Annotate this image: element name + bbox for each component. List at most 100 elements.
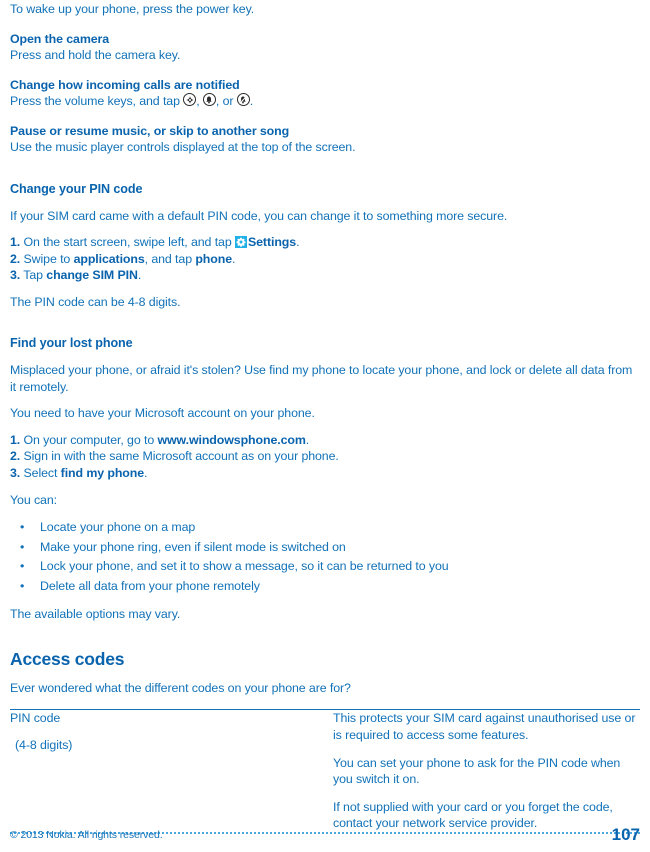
silent-bell-icon — [236, 93, 250, 106]
list-item: • Delete all data from your phone remotel… — [10, 577, 640, 597]
step-bold-find-my-phone: find my phone — [60, 465, 145, 480]
section-heading-find-lost-phone: Find your lost phone — [10, 336, 133, 351]
bullet-icon: • — [20, 559, 25, 574]
tip-heading-incoming-calls: Change how incoming calls are notified — [10, 77, 240, 92]
step-bold-settings: Settings — [247, 235, 297, 249]
table-cell-description: This protects your SIM card against unau… — [333, 710, 640, 832]
page-content: To wake up your phone, press the power k… — [10, 0, 640, 836]
step-text-post: . — [144, 465, 148, 480]
incoming-calls-sep-1: , — [196, 94, 203, 108]
bullet-icon: • — [20, 539, 25, 554]
step-bold-change-sim-pin: change SIM PIN — [46, 268, 138, 283]
list-item: 3. Tap change SIM PIN. — [10, 267, 640, 284]
step-text-pre: Select — [20, 465, 61, 480]
code-description-2: You can set your phone to ask for the PI… — [333, 755, 621, 787]
code-name: PIN code — [10, 711, 61, 726]
step-text-post: . — [296, 235, 300, 249]
incoming-calls-sep-2: , or — [215, 94, 237, 108]
incoming-calls-text-suffix: . — [249, 94, 254, 108]
change-pin-intro: If your SIM card came with a default PIN… — [10, 208, 508, 223]
step-text-post: . — [305, 432, 310, 447]
bullet-text: Delete all data from your phone remotely — [40, 578, 260, 593]
list-item: 2. Sign in with the same Microsoft accou… — [10, 448, 640, 465]
bullet-text: Make your phone ring, even if silent mod… — [40, 539, 346, 554]
step-text-post: . — [137, 268, 142, 283]
list-item: • Lock your phone, and set it to show a m… — [10, 557, 640, 577]
bullet-text: Locate your phone on a map — [40, 520, 196, 535]
find-phone-capabilities-list: • Locate your phone on a map • Make your p… — [10, 518, 640, 596]
bullet-icon: • — [20, 520, 25, 535]
list-item: 1. On the start screen, swipe left, and … — [10, 234, 640, 251]
page-footer: © 2013 Nokia. All rights reserved. 107 — [10, 821, 640, 845]
step-text-mid: , and tap — [144, 251, 196, 266]
vibrate-icon — [183, 93, 197, 106]
tip-heading-music: Pause or resume music, or skip to anothe… — [10, 123, 290, 138]
page-number: 107 — [611, 825, 640, 844]
step-text-pre: Swipe to — [20, 251, 74, 266]
manual-page: To wake up your phone, press the power k… — [0, 0, 650, 852]
step-number: 2. — [10, 449, 21, 464]
ring-icon — [202, 93, 216, 106]
step-number: 1. — [10, 432, 21, 447]
access-codes-table: PIN code (4-8 digits) This protects your… — [10, 710, 640, 832]
tip-body-incoming-calls: Press the volume keys, and tap , , or . — [10, 93, 640, 110]
section-heading-change-pin: Change your PIN code — [10, 181, 143, 196]
table-row: PIN code (4-8 digits) This protects your… — [10, 710, 640, 832]
bullet-icon: • — [20, 578, 25, 593]
change-pin-note: The PIN code can be 4-8 digits. — [10, 294, 181, 309]
step-number: 1. — [10, 235, 21, 249]
step-text-pre: Tap — [20, 268, 47, 283]
find-phone-steps: 1. On your computer, go to www.windowsph… — [10, 432, 640, 482]
tip-body-music: Use the music player controls displayed … — [10, 140, 356, 154]
list-item: 1. On your computer, go to www.windowsph… — [10, 432, 640, 449]
code-description-1: This protects your SIM card against unau… — [333, 711, 636, 743]
settings-gear-icon — [234, 236, 247, 248]
change-pin-steps: 1. On the start screen, swipe left, and … — [10, 234, 640, 284]
find-phone-account-note: You need to have your Microsoft account … — [10, 406, 315, 421]
incoming-calls-text-prefix: Press the volume keys, and tap — [10, 94, 184, 108]
step-number: 2. — [10, 251, 21, 266]
list-item: • Locate your phone on a map — [10, 518, 640, 538]
wake-phone-paragraph: To wake up your phone, press the power k… — [10, 2, 255, 16]
table-cell-term: PIN code (4-8 digits) — [10, 710, 333, 832]
access-codes-intro: Ever wondered what the different codes o… — [10, 680, 351, 695]
list-item: 2. Swipe to applications, and tap phone. — [10, 251, 640, 268]
step-bold-applications: applications — [73, 251, 145, 266]
step-number: 3. — [10, 465, 21, 480]
code-digits-hint: (4-8 digits) — [15, 738, 73, 753]
step-bold-website: www.windowsphone.com — [157, 432, 306, 447]
step-text-pre: Sign in with the same Microsoft account … — [20, 449, 339, 464]
step-number: 3. — [10, 268, 21, 283]
you-can-label: You can: — [10, 492, 57, 507]
step-text-post: . — [232, 251, 236, 266]
tip-body-open-camera: Press and hold the camera key. — [10, 48, 181, 62]
copyright-notice: © 2013 Nokia. All rights reserved. — [10, 829, 163, 841]
tip-heading-open-camera: Open the camera — [10, 31, 110, 46]
step-text-pre: On your computer, go to — [20, 432, 158, 447]
find-phone-intro: Misplaced your phone, or afraid it's sto… — [10, 363, 633, 394]
step-bold-phone: phone — [195, 251, 232, 266]
list-item: • Make your phone ring, even if silent mo… — [10, 538, 640, 558]
bullet-text: Lock your phone, and set it to show a me… — [40, 559, 449, 574]
page-title-access-codes: Access codes — [10, 648, 125, 669]
find-phone-footnote: The available options may vary. — [10, 607, 181, 622]
list-item: 3. Select find my phone. — [10, 465, 640, 482]
step-text-pre: On the start screen, swipe left, and tap — [20, 235, 235, 249]
